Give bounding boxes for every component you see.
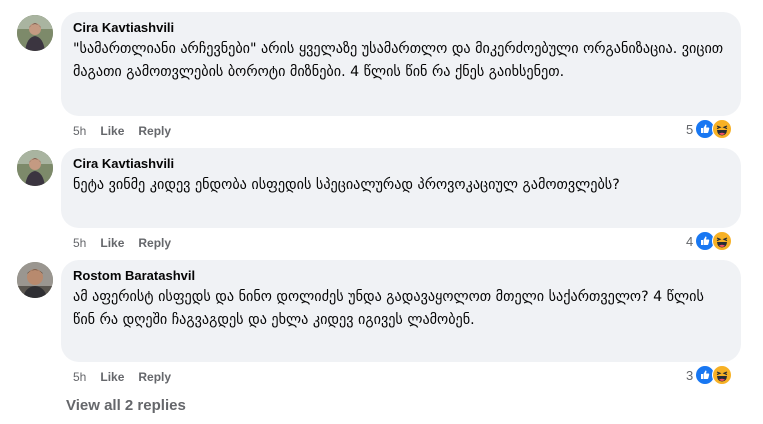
comment-author[interactable]: Cira Kavtiashvili [73,156,729,172]
reactions-summary[interactable]: 4 [686,231,733,251]
like-button[interactable]: Like [100,124,124,138]
comment-actions: 5h Like Reply [73,236,185,250]
avatar[interactable] [17,262,53,298]
haha-icon [712,119,733,139]
reply-button[interactable]: Reply [138,124,171,138]
view-replies-link[interactable]: View all 2 replies [66,397,186,414]
reaction-count: 3 [686,367,694,383]
comment-actions: 5h Like Reply [73,124,185,138]
comment-author[interactable]: Rostom Baratashvil [73,268,729,284]
comment-bubble: Cira Kavtiashvili "სამართლიანი არჩევნები… [61,12,741,116]
haha-icon [712,365,733,385]
reply-button[interactable]: Reply [138,236,171,250]
comment-text: ნეტა ვინმე კიდევ ენდობა ისფედის სპეციალუ… [73,177,620,193]
avatar[interactable] [17,15,53,51]
reactions-summary[interactable]: 5 [686,119,733,139]
comment-bubble: Cira Kavtiashvili ნეტა ვინმე კიდევ ენდობ… [61,148,741,228]
comment-author[interactable]: Cira Kavtiashvili [73,20,729,36]
comment-time[interactable]: 5h [73,370,86,384]
haha-icon [712,231,733,251]
comment-text: ამ აფერისტ ისფედს და ნინო დოლიძეს უნდა გ… [73,289,704,328]
comment-time[interactable]: 5h [73,124,86,138]
comment-time[interactable]: 5h [73,236,86,250]
like-button[interactable]: Like [100,236,124,250]
comment-bubble: Rostom Baratashvil ამ აფერისტ ისფედს და … [61,260,741,362]
comment-text: "სამართლიანი არჩევნები" არის ყველაზე უსა… [73,41,724,80]
reaction-count: 4 [686,233,694,249]
reply-button[interactable]: Reply [138,370,171,384]
avatar[interactable] [17,150,53,186]
reaction-count: 5 [686,121,694,137]
like-button[interactable]: Like [100,370,124,384]
reactions-summary[interactable]: 3 [686,365,733,385]
comment-actions: 5h Like Reply [73,370,185,384]
